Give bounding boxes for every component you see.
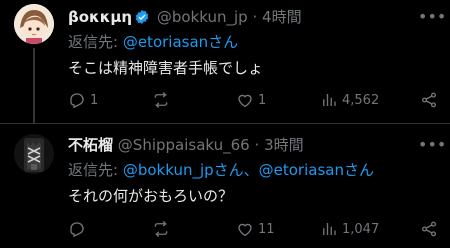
action-bar: 1 1 4,562 [68, 89, 438, 111]
like-button[interactable]: 1 [236, 89, 266, 111]
display-name[interactable]: 不柘榴 [68, 136, 113, 154]
tweet-header: 不柘榴 @Shippaisaku_66 · 3時間 [68, 135, 304, 155]
thread-line [33, 48, 35, 124]
tweet-header: βοκκμη @bokkun_jp · 4時間 [68, 7, 302, 30]
reply-icon [70, 93, 84, 109]
reply-count: 1 [90, 92, 99, 108]
like-count: 1 [258, 92, 267, 108]
share-icon [421, 92, 437, 108]
reply-mention-link[interactable]: @bokkun_jpさん、@etoriasanさん [123, 161, 374, 179]
timestamp[interactable]: 3時間 [264, 136, 304, 154]
reply-mention-link[interactable]: @etoriasanさん [123, 33, 238, 51]
timestamp[interactable]: 4時間 [262, 8, 302, 26]
display-name[interactable]: βοκκμη [68, 8, 132, 26]
heart-icon [238, 223, 252, 237]
like-count: 11 [258, 221, 275, 237]
handle[interactable]: @bokkun_jp [157, 8, 248, 26]
reply-to-label: 返信先: [68, 33, 123, 51]
tweet-1[interactable]: βοκκμη @bokkun_jp · 4時間 ••• 返信先: @etoria… [0, 0, 450, 124]
reply-button[interactable] [68, 218, 90, 240]
more-options-icon[interactable]: ••• [418, 135, 446, 155]
like-button[interactable]: 11 [236, 218, 275, 240]
avatar[interactable] [14, 134, 54, 174]
share-button[interactable] [420, 89, 438, 111]
views-button[interactable]: 4,562 [320, 89, 379, 111]
share-icon [421, 221, 437, 237]
reply-to-line: 返信先: @etoriasanさん [68, 32, 238, 52]
handle[interactable]: @Shippaisaku_66 [118, 136, 250, 154]
reply-icon [70, 222, 84, 238]
views-chart-icon [323, 94, 336, 106]
retweet-icon [154, 221, 168, 237]
photo-avatar-image [14, 134, 54, 174]
separator-dot: · [254, 136, 260, 154]
reply-to-label: 返信先: [68, 161, 123, 179]
more-options-icon[interactable]: ••• [418, 7, 446, 27]
tweet-2[interactable]: 不柘榴 @Shippaisaku_66 · 3時間 ••• 返信先: @bokk… [0, 123, 450, 248]
tweet-text: そこは精神障害者手帳でしょ [68, 59, 264, 77]
avatar[interactable] [14, 4, 54, 44]
separator-dot: · [252, 8, 258, 26]
retweet-icon [154, 92, 168, 108]
share-button[interactable] [420, 218, 438, 240]
heart-icon [238, 94, 252, 108]
action-bar: 11 1,047 [68, 218, 438, 240]
verified-badge-icon [134, 9, 150, 30]
retweet-button[interactable] [152, 89, 174, 111]
reply-button[interactable]: 1 [68, 89, 98, 111]
retweet-button[interactable] [152, 218, 174, 240]
views-count: 4,562 [342, 92, 380, 108]
views-chart-icon [323, 223, 336, 235]
views-button[interactable]: 1,047 [320, 218, 379, 240]
reply-to-line: 返信先: @bokkun_jpさん、@etoriasanさん [68, 160, 374, 180]
anime-avatar-image [14, 4, 54, 44]
views-count: 1,047 [342, 221, 380, 237]
tweet-text: それの何がおもろいの？ [68, 187, 234, 205]
